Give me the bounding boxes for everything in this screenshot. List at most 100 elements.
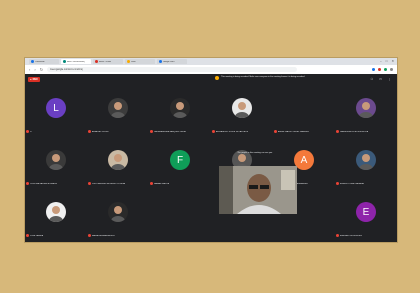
participant-photo [108, 98, 128, 118]
participant-name: ARIADNE TELLEZ [92, 130, 109, 133]
back-icon[interactable]: ‹ [29, 67, 30, 72]
participant-tile[interactable]: DANIELA MONTES ESPINOZA [335, 86, 397, 138]
participant-tile[interactable] [149, 190, 211, 242]
maximize-button[interactable]: □ [386, 59, 388, 63]
participant-tile[interactable]: JOSE ZAPATA [25, 190, 87, 242]
close-button[interactable]: ✕ [391, 59, 394, 63]
browser-tab-bar: Classroom Meet - xzo-ncnd-hsj Inbox - Gmai… [25, 58, 397, 65]
participant-name-row: CRISTINA JAZMIN MORALES [26, 182, 86, 185]
participant-name: MARIA FERNANDA RUIZ [92, 234, 115, 237]
participant-name-row: EMILIANO RODRIGUEZ [336, 234, 396, 237]
self-video-tile[interactable] [219, 166, 297, 214]
participant-tile[interactable]: ANGEL MATEO PEREZ RAMIREZ [273, 86, 335, 138]
extension-icon[interactable] [372, 68, 375, 71]
participant-tile[interactable]: E EMILIANO RODRIGUEZ [335, 190, 397, 242]
screenshot-frame: Classroom Meet - xzo-ncnd-hsj Inbox - Gmai… [25, 58, 397, 242]
participant-name-row: ERNESTO DIAZ SALAZAR [336, 182, 396, 185]
participant-photo [46, 202, 66, 222]
participant-photo [108, 202, 128, 222]
participant-name-row: JULIO ANDRES MORENO ORTEGA [88, 182, 148, 185]
participant-avatar: A [294, 150, 314, 170]
browser-tab[interactable]: Inbox - Gmail [93, 59, 123, 64]
participant-name-row: JOSE ZAPATA [26, 234, 86, 237]
participant-name: JOSE ZAPATA [30, 234, 44, 237]
mic-muted-icon [336, 182, 339, 185]
mic-muted-icon [336, 234, 339, 237]
participant-tile[interactable]: L Li [25, 86, 87, 138]
participant-tile[interactable]: LAURA ANDREA VASQUEZ PEREZ [149, 86, 211, 138]
participant-tile[interactable]: JULIO ANDRES MORENO ORTEGA [87, 138, 149, 190]
profile-avatar-icon[interactable] [390, 68, 393, 71]
extension-icons [372, 68, 393, 71]
extension-icon[interactable] [384, 68, 387, 71]
participant-name-row: ANGEL MATEO PEREZ RAMIREZ [274, 130, 334, 133]
participant-name: ERNESTO DIAZ SALAZAR [340, 182, 365, 185]
forward-icon[interactable]: › [34, 67, 35, 72]
reload-icon[interactable]: ↻ [40, 67, 43, 72]
participant-name-row: MARIA FERNANDA RUIZ [88, 234, 148, 237]
participant-name: ALEJANDRO JOSUE VILLALOBOS [216, 130, 249, 133]
mic-muted-icon [274, 130, 277, 133]
mic-muted-icon [88, 182, 91, 185]
warning-icon [215, 76, 219, 80]
tab-title: Drive [131, 60, 136, 63]
participant-photo [46, 150, 66, 170]
mic-muted-icon [26, 182, 29, 185]
participant-name: EMILIANO RODRIGUEZ [340, 234, 363, 237]
participant-name: DANIELA MONTES ESPINOZA [340, 130, 369, 133]
participant-name-row: LAURA ANDREA VASQUEZ PEREZ [150, 130, 210, 133]
address-bar-row: ‹ › ↻ meet.google.com/xzo-ncnd-hsj [25, 65, 397, 74]
participant-photo [356, 98, 376, 118]
tab-favicon-icon [63, 60, 66, 63]
participant-name: ANGEL MATEO PEREZ RAMIREZ [278, 130, 310, 133]
browser-tab[interactable]: Drive [125, 59, 155, 64]
mic-muted-icon [150, 130, 153, 133]
tab-favicon-icon [159, 60, 162, 63]
mic-muted-icon [26, 130, 29, 133]
participant-photo [108, 150, 128, 170]
participant-name-row: ARIADNE TELLEZ [88, 130, 148, 133]
participant-avatar: L [46, 98, 66, 118]
people-icon[interactable]: ⚇ [370, 77, 373, 81]
participant-tile[interactable]: MARIA FERNANDA RUIZ [87, 190, 149, 242]
meeting-top-bar: ● REC This meeting is being recorded. Ma… [25, 74, 397, 86]
participant-name: LAURA ANDREA VASQUEZ PEREZ [154, 130, 187, 133]
activities-icon[interactable]: ⋮ [388, 77, 391, 81]
recording-notice: This meeting is being recorded. Make sur… [215, 76, 325, 80]
browser-tab[interactable]: Google Docs [157, 59, 187, 64]
browser-tab[interactable]: Meet - xzo-ncnd-hsj [61, 59, 91, 64]
participant-tile[interactable]: ALEJANDRO JOSUE VILLALOBOS [211, 86, 273, 138]
tab-favicon-icon [95, 60, 98, 63]
participant-avatar: E [356, 202, 376, 222]
participant-avatar: F [170, 150, 190, 170]
participant-tile[interactable]: CRISTINA JAZMIN MORALES [25, 138, 87, 190]
recording-notice-text: This meeting is being recorded. Make sur… [221, 76, 305, 78]
participant-tile[interactable]: ERNESTO DIAZ SALAZAR [335, 138, 397, 190]
participant-photo [356, 150, 376, 170]
meeting-top-icons: ⚇ ▭ ⋮ [370, 77, 391, 81]
tab-title: Meet - xzo-ncnd-hsj [67, 60, 85, 63]
participant-name-row: Li [26, 130, 86, 133]
extension-icon[interactable] [378, 68, 381, 71]
recording-label: REC [32, 78, 39, 81]
participant-name: JULIO ANDRES MORENO ORTEGA [92, 182, 125, 185]
participant-grid: L Li ARIADNE TELLEZ LAURA ANDREA VASQUEZ PE… [25, 86, 397, 242]
url-input[interactable]: meet.google.com/xzo-ncnd-hsj [47, 67, 298, 72]
participant-photo [232, 98, 252, 118]
browser-tab[interactable]: Classroom [29, 59, 59, 64]
self-view-caption: The people in this meeting can see you. [237, 152, 273, 154]
participant-photo [170, 98, 190, 118]
record-dot-icon: ● [30, 78, 32, 81]
participant-name: Li [30, 130, 32, 133]
minimize-button[interactable]: – [380, 59, 382, 63]
mic-muted-icon [26, 234, 29, 237]
participant-name-row: ALEJANDRO JOSUE VILLALOBOS [212, 130, 272, 133]
mic-muted-icon [212, 130, 215, 133]
participant-tile[interactable]: ARIADNE TELLEZ [87, 86, 149, 138]
participant-tile[interactable]: F FABIAN GARCIA [149, 138, 211, 190]
tab-title: Google Docs [163, 60, 175, 63]
mic-muted-icon [150, 182, 153, 185]
window-controls: – □ ✕ [380, 59, 394, 63]
participant-name-row: DANIELA MONTES ESPINOZA [336, 130, 396, 133]
chat-icon[interactable]: ▭ [379, 77, 382, 81]
